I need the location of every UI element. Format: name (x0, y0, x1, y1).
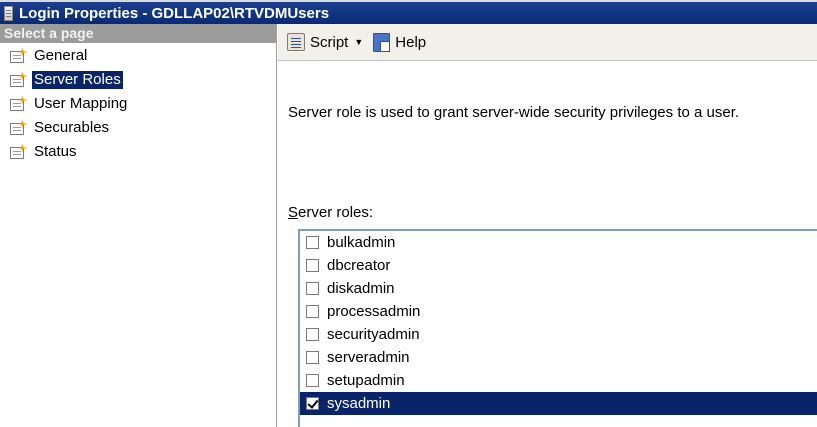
page-icon (10, 120, 28, 136)
role-item-securityadmin[interactable]: securityadmin (300, 323, 817, 346)
toolbar: Script ▼ Help (278, 24, 817, 61)
window-title-bar[interactable]: Login Properties - GDLLAP02\RTVDMUsers (0, 0, 817, 24)
script-icon (287, 33, 305, 51)
script-label: Script (310, 33, 349, 51)
page-icon (10, 96, 28, 112)
document-icon (4, 5, 13, 21)
role-label: serveradmin (327, 349, 410, 366)
role-label: bulkadmin (327, 234, 396, 251)
server-roles-content: Server role is used to grant server-wide… (278, 61, 817, 427)
page-navigation-pane: Select a page General Server Roles User … (0, 24, 277, 427)
page-item-label: General (34, 47, 88, 64)
role-item-dbcreator[interactable]: dbcreator (300, 254, 817, 277)
role-checkbox[interactable] (306, 282, 319, 295)
page-item-label: Server Roles (32, 71, 123, 89)
role-label: processadmin (327, 303, 421, 320)
role-checkbox[interactable] (306, 259, 319, 272)
page-item-label: User Mapping (34, 95, 128, 112)
role-checkbox[interactable] (306, 397, 319, 410)
role-item-diskadmin[interactable]: diskadmin (300, 277, 817, 300)
page-item-server-roles[interactable]: Server Roles (0, 68, 276, 92)
page-list: General Server Roles User Mapping Secura… (0, 43, 276, 164)
page-item-label: Status (34, 143, 77, 160)
server-role-description: Server role is used to grant server-wide… (288, 104, 740, 121)
page-item-general[interactable]: General (0, 44, 276, 68)
server-roles-label: Server roles: (288, 204, 373, 221)
page-item-label: Securables (34, 119, 110, 136)
role-checkbox[interactable] (306, 305, 319, 318)
role-item-setupadmin[interactable]: setupadmin (300, 369, 817, 392)
help-book-icon (373, 32, 391, 52)
role-checkbox[interactable] (306, 236, 319, 249)
help-button[interactable]: Help (370, 30, 429, 54)
access-key-letter: S (288, 204, 299, 221)
help-label: Help (395, 33, 427, 51)
page-item-user-mapping[interactable]: User Mapping (0, 92, 276, 116)
role-item-serveradmin[interactable]: serveradmin (300, 346, 817, 369)
role-item-sysadmin[interactable]: sysadmin (300, 392, 817, 415)
role-checkbox[interactable] (306, 351, 319, 364)
role-item-bulkadmin[interactable]: bulkadmin (300, 231, 817, 254)
role-checkbox[interactable] (306, 374, 319, 387)
role-label: sysadmin (327, 395, 391, 412)
page-item-status[interactable]: Status (0, 140, 276, 164)
script-button[interactable]: Script ▼ (284, 30, 366, 54)
chevron-down-icon[interactable]: ▼ (354, 37, 363, 47)
window-title: Login Properties - GDLLAP02\RTVDMUsers (19, 4, 330, 22)
page-icon (10, 72, 28, 88)
page-icon (10, 144, 28, 160)
role-label: diskadmin (327, 280, 395, 297)
role-label: setupadmin (327, 372, 405, 389)
properties-pane: Script ▼ Help Server role is used to gra… (278, 24, 817, 427)
server-roles-list[interactable]: bulkadmin dbcreator diskadmin processadm… (298, 229, 817, 427)
page-item-securables[interactable]: Securables (0, 116, 276, 140)
role-item-processadmin[interactable]: processadmin (300, 300, 817, 323)
role-label: dbcreator (327, 257, 391, 274)
page-icon (10, 48, 28, 64)
server-roles-label-text: erver roles: (298, 204, 374, 221)
role-checkbox[interactable] (306, 328, 319, 341)
select-page-header: Select a page (0, 24, 276, 43)
role-label: securityadmin (327, 326, 420, 343)
